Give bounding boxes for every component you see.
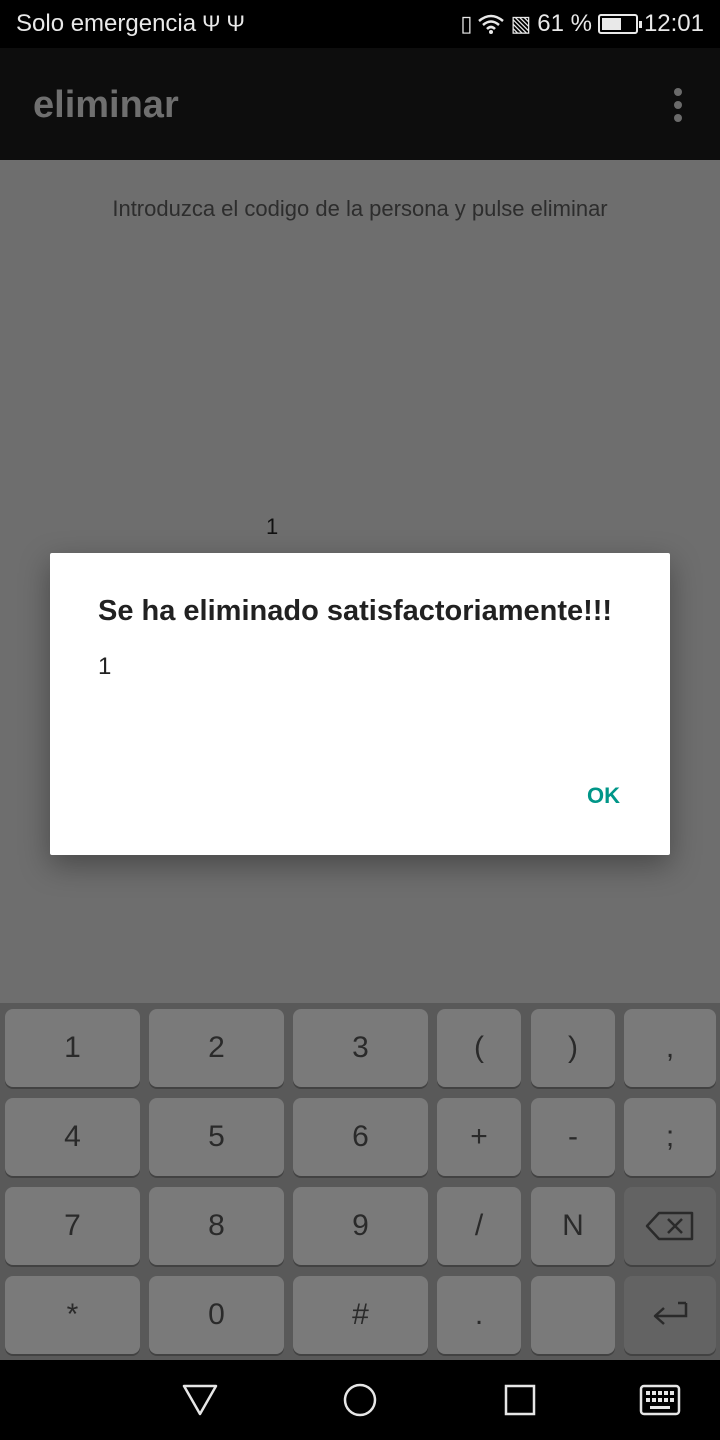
battery-charging-icon xyxy=(597,14,642,34)
usb-icon: Ψ xyxy=(226,11,245,36)
clock: 12:01 xyxy=(643,10,704,37)
home-icon[interactable] xyxy=(338,1378,382,1422)
key-3[interactable]: 3 xyxy=(293,1009,428,1087)
instruction-text: Introduzca el codigo de la persona y pul… xyxy=(112,196,608,221)
code-field-value[interactable]: 1 xyxy=(266,514,278,540)
wifi-icon xyxy=(478,14,505,34)
dialog-message: 1 xyxy=(98,653,112,680)
key-blank[interactable] xyxy=(531,1276,615,1354)
app-title: eliminar xyxy=(33,84,179,126)
key-n[interactable]: N xyxy=(531,1187,615,1265)
vibrate-icon: ▯ xyxy=(460,11,473,36)
sim-alert-icon: ▧ xyxy=(510,11,532,36)
numeric-keyboard: 1 2 3 ( ) , 4 5 6 + - ; 7 8 9 / N * 0 # … xyxy=(0,1003,720,1360)
key-4[interactable]: 4 xyxy=(5,1098,140,1176)
status-right: ▯ ▧ 61 % 12:01 xyxy=(460,10,704,38)
key-6[interactable]: 6 xyxy=(293,1098,428,1176)
enter-icon xyxy=(653,1301,688,1325)
backspace-icon xyxy=(645,1211,694,1241)
backspace-key[interactable] xyxy=(624,1187,716,1265)
dialog-title: Se ha eliminado satisfactoriamente!!! xyxy=(98,595,613,627)
key-asterisk[interactable]: * xyxy=(5,1276,140,1354)
key-0[interactable]: 0 xyxy=(149,1276,284,1354)
carrier-text: Solo emergencia xyxy=(16,10,197,37)
key-period[interactable]: . xyxy=(437,1276,521,1354)
battery-percentage: 61 % xyxy=(537,10,592,37)
key-9[interactable]: 9 xyxy=(293,1187,428,1265)
key-open-paren[interactable]: ( xyxy=(437,1009,521,1087)
key-minus[interactable]: - xyxy=(531,1098,615,1176)
key-hash[interactable]: # xyxy=(293,1276,428,1354)
recents-icon[interactable] xyxy=(498,1378,542,1422)
key-8[interactable]: 8 xyxy=(149,1187,284,1265)
key-2[interactable]: 2 xyxy=(149,1009,284,1087)
key-5[interactable]: 5 xyxy=(149,1098,284,1176)
status-left: Solo emergencia Ψ Ψ xyxy=(16,10,245,38)
status-bar: Solo emergencia Ψ Ψ ▯ ▧ 61 % 12:01 xyxy=(0,0,720,48)
key-1[interactable]: 1 xyxy=(5,1009,140,1087)
key-plus[interactable]: + xyxy=(437,1098,521,1176)
back-icon[interactable] xyxy=(178,1378,222,1422)
key-slash[interactable]: / xyxy=(437,1187,521,1265)
ok-button[interactable]: OK xyxy=(587,783,620,809)
alert-dialog: Se ha eliminado satisfactoriamente!!! 1 … xyxy=(50,553,670,855)
keyboard-icon[interactable] xyxy=(638,1378,682,1422)
key-7[interactable]: 7 xyxy=(5,1187,140,1265)
navigation-bar xyxy=(0,1360,720,1440)
enter-key[interactable] xyxy=(624,1276,716,1354)
key-semicolon[interactable]: ; xyxy=(624,1098,716,1176)
key-close-paren[interactable]: ) xyxy=(531,1009,615,1087)
app-bar: eliminar xyxy=(0,48,720,160)
overflow-menu-icon[interactable] xyxy=(674,88,682,122)
key-comma[interactable]: , xyxy=(624,1009,716,1087)
usb-icon: Ψ xyxy=(202,11,221,36)
